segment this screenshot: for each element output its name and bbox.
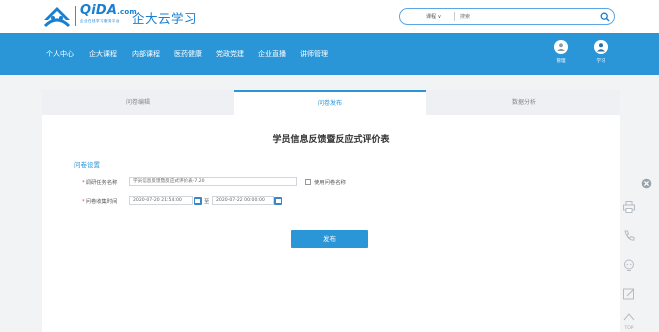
- phone-icon: [624, 230, 635, 241]
- tab-questionnaire-publish[interactable]: 问卷发布: [234, 90, 426, 115]
- nav-internal-courses[interactable]: 内部课程: [132, 49, 160, 59]
- tab-questionnaire-edit[interactable]: 问卷编辑: [42, 90, 234, 115]
- top-icon: [623, 313, 635, 321]
- search-separator: [454, 12, 455, 21]
- nav-lecturer-management[interactable]: 讲师管理: [300, 49, 328, 59]
- side-print-button[interactable]: [618, 196, 640, 218]
- print-icon: [623, 201, 635, 213]
- edit-icon: [623, 288, 635, 300]
- search-category-label: 课程: [426, 14, 437, 20]
- collect-time-label-text: 问卷收集时间: [85, 199, 118, 205]
- nav-personal-center[interactable]: 个人中心: [46, 49, 74, 59]
- chevron-down-icon: ∨: [436, 14, 442, 20]
- required-mark: *: [82, 180, 85, 186]
- study-button[interactable]: 学习: [589, 40, 613, 64]
- calendar-icon[interactable]: [193, 196, 202, 205]
- use-name-label: 使用问卷名称: [314, 180, 346, 186]
- to-label: 至: [204, 199, 210, 205]
- task-name-field[interactable]: 学员信息反馈暨反应式评价表-7.20: [129, 177, 297, 186]
- task-name-label-text: 调研任务名称: [85, 180, 118, 186]
- manage-icon: [554, 40, 568, 54]
- required-mark: *: [82, 199, 85, 205]
- collect-time-label: *问卷收集时间: [82, 197, 117, 205]
- logo-chinese-name[interactable]: 企大云学习: [132, 8, 197, 27]
- chat-icon: [624, 259, 634, 271]
- start-time-field[interactable]: 2020-07-20 21:54:00: [129, 196, 193, 205]
- tab-bar: 问卷编辑 问卷发布 数据分析: [42, 90, 620, 115]
- nav-enterprise-live[interactable]: 企业直播: [258, 49, 286, 59]
- top-header: QiDA.com 企业在线学习服务平台 企大云学习 课程 ∨: [0, 0, 659, 33]
- search-icon[interactable]: [600, 12, 610, 22]
- search-input[interactable]: [460, 11, 590, 22]
- close-icon[interactable]: [641, 178, 652, 189]
- side-top-button[interactable]: TOP: [618, 308, 640, 332]
- questionnaire-card: 问卷编辑 问卷发布 数据分析 学员信息反馈暨反应式评价表 问卷设置 *调研任务名…: [42, 90, 620, 332]
- side-phone-button[interactable]: [618, 225, 640, 247]
- logo-divider: [75, 6, 76, 26]
- logo-brand-text: QiDA: [80, 3, 118, 18]
- side-chat-button[interactable]: [618, 254, 640, 276]
- side-edit-button[interactable]: [618, 283, 640, 305]
- end-time-field[interactable]: 2020-07-22 00:00:00: [212, 196, 274, 205]
- task-name-label: *调研任务名称: [82, 178, 117, 186]
- nav-party-building[interactable]: 党政党建: [216, 49, 244, 59]
- logo-brand[interactable]: QiDA.com: [80, 4, 137, 19]
- top-label: TOP: [624, 326, 634, 331]
- search-box: 课程 ∨: [399, 8, 615, 25]
- nav-qida-courses[interactable]: 企大课程: [89, 49, 117, 59]
- form-title: 学员信息反馈暨反应式评价表: [272, 135, 390, 145]
- nav-medical-health[interactable]: 医药健康: [174, 49, 202, 59]
- qida-logo-icon[interactable]: [42, 4, 72, 28]
- tab-data-analysis[interactable]: 数据分析: [428, 90, 620, 115]
- section-label: 问卷设置: [74, 161, 100, 169]
- manage-label: 管理: [556, 59, 566, 64]
- use-name-checkbox[interactable]: [305, 178, 311, 185]
- search-category-select[interactable]: 课程 ∨: [426, 13, 441, 20]
- main-nav: 个人中心 企大课程 内部课程 医药健康 党政党建 企业直播 讲师管理 管理 学习: [0, 33, 659, 75]
- logo-tagline: 企业在线学习服务平台: [80, 19, 120, 23]
- manage-button[interactable]: 管理: [549, 40, 573, 64]
- user-icon: [594, 40, 608, 54]
- study-label: 学习: [596, 59, 606, 64]
- calendar-icon[interactable]: [274, 196, 282, 205]
- publish-button[interactable]: 发布: [291, 230, 368, 248]
